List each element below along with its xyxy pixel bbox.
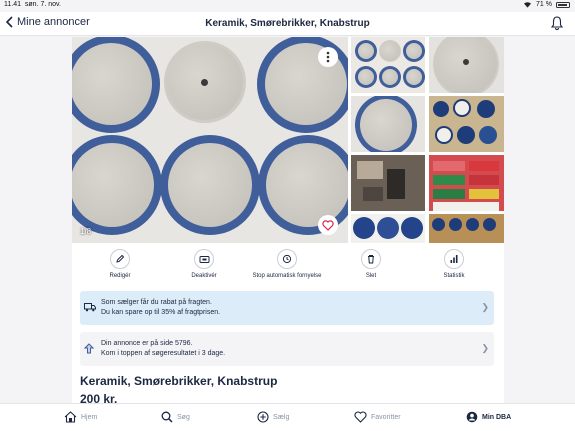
favorite-button[interactable] [318,215,338,235]
page-title: Keramik, Smørebrikker, Knabstrup [205,18,370,29]
thumbnail[interactable] [351,37,425,93]
position-banner-text: Din annonce er på side 5796. Kom i toppe… [101,340,226,357]
more-options-button[interactable] [318,47,338,67]
ad-actions: Redigér Deaktivér Stop automatisk fornye… [72,249,504,289]
battery-percent: 71 % [536,1,552,8]
deactivate-icon [199,255,209,263]
delete-button[interactable]: Slet [331,249,411,279]
bar-chart-icon [450,255,458,263]
heart-icon [354,411,367,423]
deactivate-label: Deaktivér [191,273,217,279]
ad-content: 1/8 Redigér Deaktivér Stop automatisk fo… [72,37,504,403]
plate [164,41,246,123]
thumbnail[interactable] [351,214,425,243]
shipping-banner-text: Som sælger får du rabat på fragten. Du k… [101,299,221,316]
tab-search[interactable]: Søg [161,411,190,423]
tab-bar: Hjem Søg Sælg Favoritter Min DBA [0,403,575,431]
thumbnail[interactable] [429,214,504,243]
statistics-label: Statistik [443,273,465,279]
chevron-right-icon: ❯ [481,343,489,353]
edit-button[interactable]: Redigér [80,249,160,279]
profile-icon [466,411,478,423]
home-icon [64,411,77,423]
edit-label: Redigér [109,273,131,279]
wifi-icon [524,2,532,8]
status-time: 11.41 søn. 7. nov. [4,1,61,8]
plate [160,135,260,235]
stop-auto-renew-button[interactable]: Stop automatisk fornyelse [247,249,327,279]
tab-favorites[interactable]: Favoritter [354,411,401,423]
tab-search-label: Søg [177,413,190,421]
stop-auto-renew-label: Stop automatisk fornyelse [252,273,322,279]
plus-circle-icon [257,411,269,423]
chevron-right-icon: ❯ [481,302,489,312]
ad-price: 200 kr. [80,392,118,403]
renew-icon [282,254,292,264]
status-bar: 11.41 søn. 7. nov. 71 % [0,0,575,12]
boost-icon [84,343,94,354]
photo-counter: 1/8 [80,227,92,236]
tab-my-dba[interactable]: Min DBA [466,411,511,423]
shipping-discount-banner[interactable]: Som sælger får du rabat på fragten. Du k… [80,291,494,325]
deactivate-button[interactable]: Deaktivér [164,249,244,279]
plate [72,37,160,133]
search-icon [161,411,173,423]
thumbnail[interactable] [429,37,504,93]
nav-bar: Mine annoncer Keramik, Smørebrikker, Kna… [0,12,575,36]
more-vertical-icon [326,51,330,63]
tab-my-dba-label: Min DBA [482,413,512,421]
tab-favorites-label: Favoritter [371,413,401,421]
bell-icon[interactable] [551,16,563,30]
thumbnail[interactable] [429,155,504,211]
heart-icon [322,219,334,231]
tab-sell-label: Sælg [273,413,290,421]
plate [72,135,162,235]
tab-home[interactable]: Hjem [64,411,97,423]
tab-sell[interactable]: Sælg [257,411,289,423]
tab-home-label: Hjem [81,413,98,421]
trash-icon [368,255,374,264]
statistics-button[interactable]: Statistik [414,249,494,279]
thumbnail[interactable] [351,96,425,152]
status-indicators: 71 % [523,1,570,8]
delete-label: Slet [365,273,377,279]
pencil-icon [116,254,125,263]
thumbnail[interactable] [429,96,504,152]
thumbnail[interactable] [351,155,425,211]
truck-icon [84,303,96,312]
main-photo[interactable]: 1/8 [72,37,348,243]
battery-icon [556,1,570,8]
ad-position-banner[interactable]: Din annonce er på side 5796. Kom i toppe… [80,332,494,366]
ad-title: Keramik, Smørebrikker, Knabstrup [80,374,278,388]
